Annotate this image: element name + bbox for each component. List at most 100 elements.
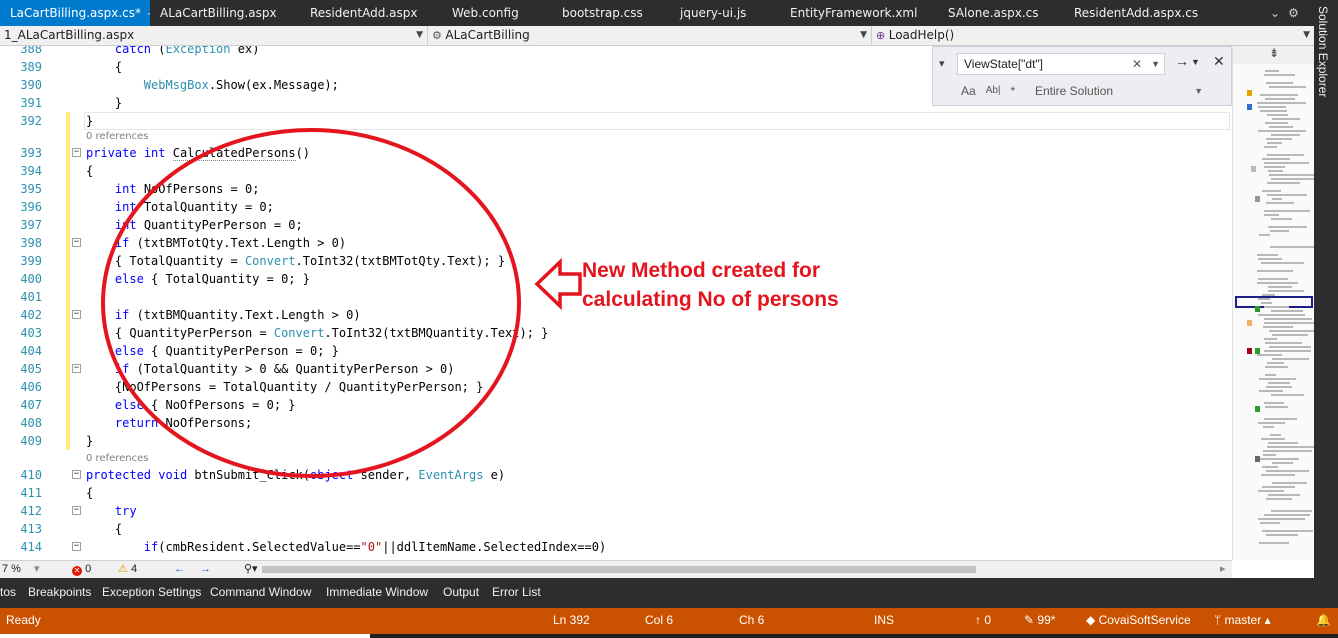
horizontal-scroll-thumb[interactable] [262, 566, 976, 573]
tab-0[interactable]: LaCartBilling.aspx.cs*⊸✕ [0, 0, 150, 26]
match-case-icon[interactable]: Aa [961, 81, 976, 101]
code-line[interactable]: 404 else { QuantityPerPerson = 0; } [0, 342, 1232, 360]
tool-window-tab[interactable]: tos [0, 584, 16, 600]
tab-label: ResidentAdd.aspx.cs [1074, 6, 1199, 20]
notifications-icon[interactable]: 🔔 [1316, 608, 1331, 632]
minimap-marker [1255, 196, 1260, 202]
navigate-back-icon[interactable]: ← [174, 561, 185, 578]
publish-status[interactable]: ↑ 0 [975, 608, 991, 632]
find-options-icon[interactable]: ▼ [1191, 57, 1200, 67]
split-handle-icon[interactable]: ⇟ [1233, 46, 1314, 64]
find-next-icon[interactable]: → [1175, 53, 1189, 69]
minimap-marker [1247, 348, 1252, 354]
pending-changes[interactable]: ✎ 99* [1024, 608, 1055, 632]
zoom-level[interactable]: 7 % [2, 561, 21, 578]
minimap-line [1262, 530, 1313, 532]
codelens-references[interactable]: 0 references [86, 452, 149, 466]
tab-1[interactable]: ALaCartBilling.aspx [150, 0, 300, 26]
code-text: } [86, 114, 94, 128]
tab-3[interactable]: Web.config [442, 0, 552, 26]
tool-window-tabs: tos Breakpoints Exception Settings Command … [0, 578, 1338, 608]
code-text: private int CalculatedPersons() [86, 146, 311, 161]
code-line[interactable]: 408 return NoOfPersons; [0, 414, 1232, 432]
code-line[interactable]: 409} [0, 432, 1232, 450]
regex-icon[interactable]: * [1011, 81, 1016, 101]
scroll-right-icon[interactable]: ▸ [1220, 561, 1226, 578]
line-number: 392 [20, 114, 42, 128]
code-line[interactable]: 398 if (txtBMTotQty.Text.Length > 0) [0, 234, 1232, 252]
tool-window-tab[interactable]: Error List [492, 584, 541, 600]
code-line[interactable]: 414 if(cmbResident.SelectedValue=="0"||d… [0, 538, 1232, 556]
tab-2[interactable]: ResidentAdd.aspx [300, 0, 442, 26]
line-number: 408 [20, 416, 42, 430]
line-number: 394 [20, 164, 42, 178]
minimap-line [1258, 422, 1285, 424]
code-line[interactable]: 396 int TotalQuantity = 0; [0, 198, 1232, 216]
scope-dropdown-icon[interactable]: ▼ [1194, 81, 1203, 101]
whole-word-icon[interactable]: Ab| [986, 81, 1001, 101]
gear-icon[interactable]: ⚙ [1288, 6, 1299, 20]
find-history-icon[interactable]: ▼ [1151, 54, 1160, 74]
minimap-marker [1255, 456, 1260, 462]
minimap-line [1270, 434, 1281, 436]
code-line[interactable]: 403 { QuantityPerPerson = Convert.ToInt3… [0, 324, 1232, 342]
minimap-line [1267, 446, 1314, 448]
dropdown-caret-icon: ▼ [416, 30, 423, 40]
find-expand-icon[interactable]: ▾ [939, 57, 945, 70]
code-line[interactable]: 397 int QuantityPerPerson = 0; [0, 216, 1232, 234]
code-line[interactable]: 393 private int CalculatedPersons() [0, 144, 1232, 162]
tool-window-tab[interactable]: Exception Settings [102, 584, 201, 600]
codelens-references[interactable]: 0 references [86, 130, 149, 144]
line-number: 401 [20, 290, 42, 304]
code-line[interactable]: 406 {NoOfPersons = TotalQuantity / Quant… [0, 378, 1232, 396]
code-line[interactable]: 405 if (TotalQuantity > 0 && QuantityPer… [0, 360, 1232, 378]
warning-count[interactable]: ⚠ 4 [118, 561, 137, 578]
class-dropdown[interactable]: ⚙ ALaCartBilling ▼ [428, 26, 872, 45]
code-line[interactable]: 413 { [0, 520, 1232, 538]
error-count-value: 0 [85, 563, 92, 575]
tab-8[interactable]: ResidentAdd.aspx.cs [1064, 0, 1214, 26]
tab-6[interactable]: EntityFramework.xml [780, 0, 938, 26]
tab-7[interactable]: SAlone.aspx.cs [938, 0, 1064, 26]
code-line[interactable]: 410 protected void btnSubmit_Click(object… [0, 466, 1232, 484]
tab-label: EntityFramework.xml [790, 6, 918, 20]
zoom-dropdown-icon[interactable]: ▾ [34, 561, 40, 578]
navigate-forward-icon[interactable]: → [200, 561, 211, 578]
code-text: if(cmbResident.SelectedValue=="0"||ddlIt… [143, 540, 607, 554]
clear-icon[interactable]: ✕ [1132, 54, 1142, 74]
map-scrollbar[interactable]: ⇟ [1232, 46, 1314, 560]
tool-window-tab[interactable]: Output [443, 584, 479, 600]
minimap-line [1263, 326, 1293, 328]
minimap-line [1264, 514, 1310, 516]
line-number: 389 [20, 60, 42, 74]
brush-icon[interactable]: ⚲▾ [244, 561, 258, 578]
find-scope[interactable]: Entire Solution [1035, 81, 1113, 101]
code-line[interactable]: 395 int NoOfPersons = 0; [0, 180, 1232, 198]
member-dropdown[interactable]: ⊕ LoadHelp() ▼ [872, 26, 1314, 45]
tab-5[interactable]: jquery-ui.js [670, 0, 780, 26]
chevron-down-icon[interactable]: ⌄ [1270, 6, 1280, 20]
find-input[interactable]: ViewState["dt"] ✕ ▼ [957, 53, 1165, 75]
tool-window-tab[interactable]: Breakpoints [28, 584, 91, 600]
solution-explorer-tab[interactable]: Solution Explorer [1314, 0, 1338, 580]
code-line[interactable]: 407 else { NoOfPersons = 0; } [0, 396, 1232, 414]
tab-label: SAlone.aspx.cs [948, 6, 1039, 20]
code-line[interactable]: 394 { [0, 162, 1232, 180]
close-find-icon[interactable]: ✕ [1213, 53, 1225, 70]
code-line[interactable]: 411 { [0, 484, 1232, 502]
minimap-line [1267, 362, 1284, 364]
minimap-line [1263, 454, 1276, 456]
minimap-line [1265, 406, 1288, 408]
method-icon: ⊕ [876, 29, 889, 42]
project-dropdown[interactable]: 1_ALaCartBilling.aspx ▼ [0, 26, 428, 45]
code-line[interactable]: 412 try [0, 502, 1232, 520]
tab-4[interactable]: bootstrap.css [552, 0, 670, 26]
error-count[interactable]: ✕ 0 [72, 561, 91, 578]
minimap-line [1269, 126, 1293, 128]
editor-bottom-bar: 7 % ▾ ✕ 0 ⚠ 4 ← → ⚲▾ ▸ [0, 560, 1232, 578]
branch-selector[interactable]: ᛘ master ▴ [1214, 608, 1271, 632]
code-line[interactable]: 392} [0, 112, 1232, 130]
tool-window-tab[interactable]: Immediate Window [326, 584, 428, 600]
repository-selector[interactable]: ◆ CovaiSoftService [1086, 608, 1191, 632]
tool-window-tab[interactable]: Command Window [210, 584, 311, 600]
